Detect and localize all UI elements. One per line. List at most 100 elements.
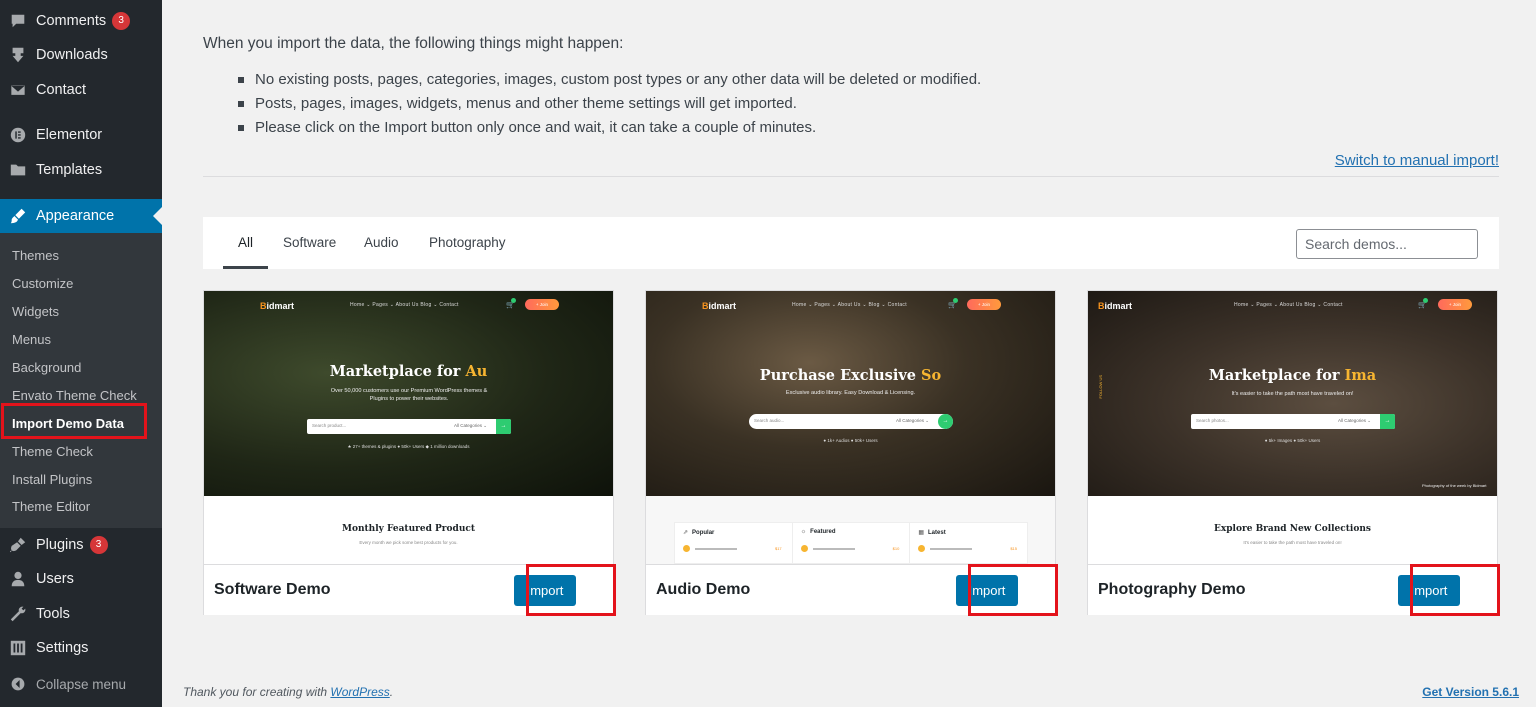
preview-nav: Home ⌄ Pages ⌄ About Us ⌄ Blog ⌄ Contact bbox=[792, 302, 907, 308]
demo-filter-bar: All Software Audio Photography bbox=[203, 217, 1499, 269]
sidebar-item-tools[interactable]: Tools bbox=[0, 597, 162, 631]
tab-photography[interactable]: Photography bbox=[429, 217, 506, 269]
bidmart-logo: Bidmart bbox=[702, 301, 737, 311]
admin-sidebar: Comments 3 Downloads Contact Elementor T… bbox=[0, 0, 162, 707]
bullet-square-icon bbox=[238, 124, 244, 131]
user-icon bbox=[0, 570, 36, 588]
preview-lower-title: Monthly Featured Product bbox=[341, 524, 476, 534]
appearance-submenu: Themes Customize Widgets Menus Backgroun… bbox=[0, 233, 162, 528]
submenu-item-menus[interactable]: Menus bbox=[12, 332, 51, 347]
panel-popular: ⇗ Popular $17 bbox=[675, 523, 793, 563]
collapse-menu-button[interactable]: Collapse menu bbox=[0, 667, 162, 701]
intro-bullet: Posts, pages, images, widgets, menus and… bbox=[238, 95, 797, 112]
bidmart-logo: Bidmart bbox=[260, 301, 295, 311]
demo-card-audio: Bidmart Home ⌄ Pages ⌄ About Us ⌄ Blog ⌄… bbox=[645, 290, 1058, 616]
collapse-arrow-icon bbox=[0, 676, 36, 692]
demo-preview-image: Bidmart Home ⌄ Pages ⌄ About Us ⌄ Blog ⌄… bbox=[646, 291, 1055, 564]
search-demos-input[interactable] bbox=[1296, 229, 1478, 259]
preview-hero: Bidmart Home ⌄ Pages ⌄ About Us Blog ⌄ C… bbox=[1088, 291, 1497, 496]
panel-latest: ▦ Latest $15 bbox=[918, 530, 1018, 552]
bullet-square-icon bbox=[238, 76, 244, 83]
bullet-text: No existing posts, pages, categories, im… bbox=[255, 71, 982, 88]
preview-subtext: It's easier to take the path most have t… bbox=[1231, 391, 1354, 397]
demo-title: Photography Demo bbox=[1098, 581, 1246, 598]
preview-headline: Purchase Exclusive So bbox=[759, 367, 942, 384]
submenu-item-customize[interactable]: Customize bbox=[12, 276, 73, 291]
preview-stats: ★ 27+ themes & plugins ● 50k+ Users ◆ 1 … bbox=[347, 444, 470, 449]
wordpress-link[interactable]: WordPress bbox=[330, 685, 389, 699]
submenu-item-widgets[interactable]: Widgets bbox=[12, 304, 59, 319]
sidebar-item-label: Elementor bbox=[36, 127, 103, 143]
preview-subtext: Exclusive audio library. Easy Download &… bbox=[785, 390, 916, 396]
demo-title: Audio Demo bbox=[656, 581, 751, 598]
import-demo-data-highlight bbox=[1, 403, 147, 439]
mail-icon bbox=[0, 81, 36, 99]
sidebar-item-appearance[interactable]: Appearance bbox=[0, 199, 162, 233]
bidmart-logo: Bidmart bbox=[1098, 301, 1133, 311]
submenu-item-install-plugins[interactable]: Install Plugins bbox=[12, 472, 92, 487]
current-menu-arrow bbox=[153, 207, 162, 225]
tab-audio[interactable]: Audio bbox=[364, 217, 399, 269]
preview-hero: Bidmart Home ⌄ Pages ⌄ About Us ⌄ Blog ⌄… bbox=[646, 291, 1055, 496]
demo-preview-image: Bidmart Home ⌄ Pages ⌄ About Us Blog ⌄ C… bbox=[204, 291, 613, 564]
sidebar-item-plugins[interactable]: Plugins 3 bbox=[0, 528, 162, 562]
preview-stats: ● 5k+ Images ● 50k+ Users bbox=[1264, 438, 1321, 443]
preview-headline: Marketplace for Au bbox=[329, 363, 488, 380]
preview-nav: Home ⌄ Pages ⌄ About Us Blog ⌄ Contact bbox=[350, 302, 459, 308]
submenu-item-envato-theme-check[interactable]: Envato Theme Check bbox=[12, 388, 137, 403]
cart-dot bbox=[511, 298, 516, 303]
demo-card-photography: Bidmart Home ⌄ Pages ⌄ About Us Blog ⌄ C… bbox=[1087, 290, 1500, 616]
preview-hero: Bidmart Home ⌄ Pages ⌄ About Us Blog ⌄ C… bbox=[204, 291, 613, 496]
search-go-icon: → bbox=[1380, 414, 1395, 429]
preview-subtext: Over 50,000 customers use our Premium Wo… bbox=[330, 388, 488, 402]
demo-card-footer: Audio Demo Import bbox=[646, 564, 1058, 616]
demo-preview-image: Bidmart Home ⌄ Pages ⌄ About Us Blog ⌄ C… bbox=[1088, 291, 1497, 564]
preview-cta: + Join bbox=[525, 299, 559, 310]
sidebar-item-users[interactable]: Users bbox=[0, 562, 162, 596]
switch-manual-import-link[interactable]: Switch to manual import! bbox=[1335, 152, 1499, 169]
search-go-icon: → bbox=[938, 414, 953, 429]
submenu-item-background[interactable]: Background bbox=[12, 360, 81, 375]
elementor-icon bbox=[0, 126, 36, 144]
sidebar-item-label: Users bbox=[36, 571, 74, 587]
bullet-square-icon bbox=[238, 100, 244, 107]
sidebar-item-templates[interactable]: Templates bbox=[0, 153, 162, 187]
sidebar-item-downloads[interactable]: Downloads bbox=[0, 38, 162, 72]
preview-headline: Marketplace for Ima bbox=[1208, 367, 1377, 384]
bullet-text: Posts, pages, images, widgets, menus and… bbox=[255, 95, 797, 112]
tab-all[interactable]: All bbox=[238, 217, 253, 269]
submenu-item-themes[interactable]: Themes bbox=[12, 248, 59, 263]
sidebar-item-contact[interactable]: Contact bbox=[0, 73, 162, 107]
cart-dot bbox=[953, 298, 958, 303]
import-button-highlight bbox=[526, 564, 616, 616]
preview-lower-title: Explore Brand New Collections bbox=[1214, 524, 1371, 534]
settings-icon bbox=[0, 639, 36, 657]
wrench-icon bbox=[0, 605, 36, 623]
active-tab-indicator bbox=[223, 266, 268, 269]
folder-icon bbox=[0, 161, 36, 179]
preview-caption: Photography of the week by Bidmart bbox=[1422, 483, 1487, 488]
sidebar-item-label: Templates bbox=[36, 162, 103, 178]
sidebar-item-settings[interactable]: Settings bbox=[0, 631, 162, 665]
demo-card-software: Bidmart Home ⌄ Pages ⌄ About Us Blog ⌄ C… bbox=[203, 290, 616, 616]
search-go-icon: → bbox=[496, 419, 511, 434]
panel-featured: ☼ Featured $10 bbox=[793, 523, 911, 563]
demo-title: Software Demo bbox=[214, 581, 331, 598]
sidebar-item-label: Tools bbox=[36, 606, 70, 622]
intro-bullet: Please click on the Import button only o… bbox=[238, 119, 816, 136]
preview-searchbar: Search audio... All Categories ⌄ → bbox=[749, 414, 953, 429]
sidebar-item-elementor[interactable]: Elementor bbox=[0, 118, 162, 152]
sidebar-item-comments[interactable]: Comments 3 bbox=[0, 4, 162, 38]
submenu-item-theme-check[interactable]: Theme Check bbox=[12, 444, 93, 459]
sidebar-item-label: Plugins bbox=[36, 537, 84, 553]
tab-software[interactable]: Software bbox=[283, 217, 336, 269]
preview-lower-sub: It's easier to take the path most have t… bbox=[1243, 540, 1342, 545]
sidebar-item-label: Appearance bbox=[36, 208, 115, 224]
download-icon bbox=[0, 46, 36, 64]
get-version-link[interactable]: Get Version 5.6.1 bbox=[1422, 685, 1519, 699]
submenu-item-theme-editor[interactable]: Theme Editor bbox=[12, 499, 90, 514]
section-divider bbox=[203, 176, 1499, 177]
cart-dot bbox=[1423, 298, 1428, 303]
comments-count-badge: 3 bbox=[112, 12, 131, 30]
sidebar-item-label: Downloads bbox=[36, 47, 108, 63]
